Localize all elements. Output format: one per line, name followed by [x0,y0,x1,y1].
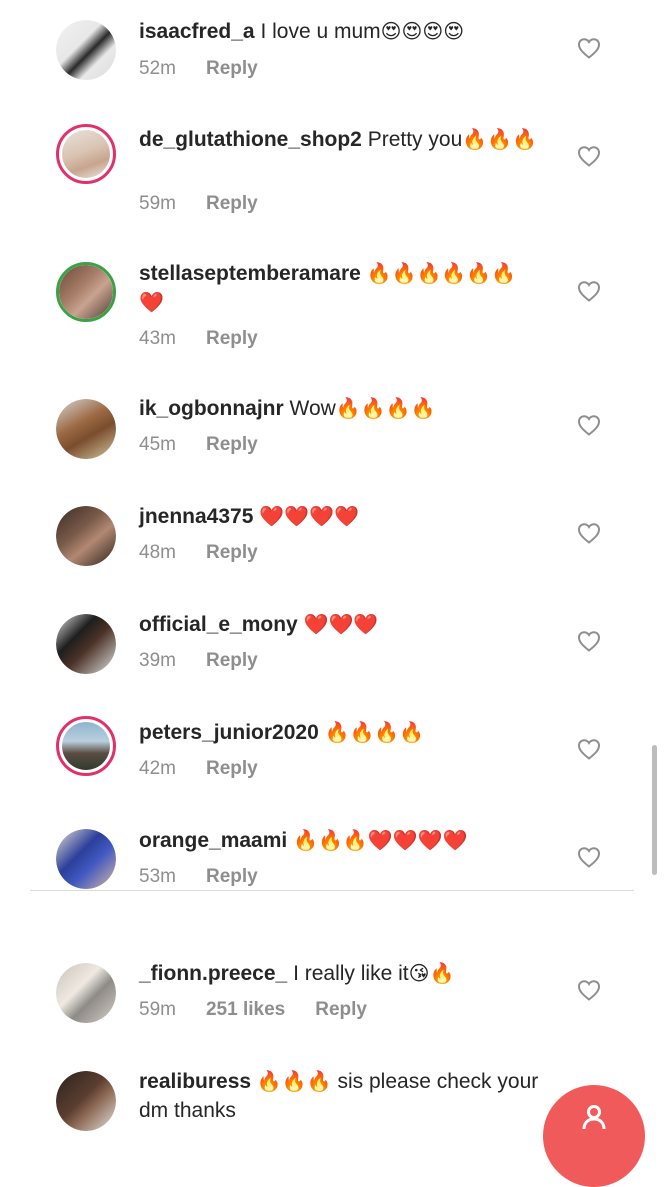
comment-emoji: 😘🔥 [408,961,455,985]
avatar[interactable] [56,124,116,184]
heart-outline-icon[interactable] [577,522,601,544]
comment-time: 52m [139,58,176,79]
comment-username[interactable]: _fionn.preece_ [139,962,287,985]
avatar[interactable] [56,262,116,322]
section-divider [30,890,634,891]
comment-time: 39m [139,650,176,671]
scrollbar[interactable] [652,745,657,875]
comment-emoji: ❤️❤️❤️ [303,612,379,636]
comment-emoji: 🔥🔥🔥🔥 [324,720,425,744]
avatar[interactable] [56,20,116,80]
heart-outline-icon[interactable] [577,738,601,760]
comment-username[interactable]: jnenna4375 [139,505,253,528]
heart-outline-icon[interactable] [577,145,601,167]
avatar[interactable] [56,399,116,459]
reply-button[interactable]: Reply [206,58,258,79]
comment-username[interactable]: ik_ogbonnajnr [139,397,284,420]
person-icon [582,1105,606,1130]
comment-username[interactable]: orange_maami [139,829,287,852]
avatar[interactable] [56,963,116,1023]
comment-emoji: 🔥🔥🔥 [256,1069,332,1093]
comment-text: I really like it [293,962,409,985]
comment-text: I love u mum [260,20,381,43]
heart-outline-icon[interactable] [577,280,601,302]
heart-outline-icon[interactable] [577,630,601,652]
heart-outline-icon[interactable] [577,414,601,436]
floating-action-button[interactable] [543,1085,645,1187]
comment-username[interactable]: de_glutathione_shop2 [139,128,362,151]
reply-button[interactable]: Reply [206,193,258,214]
comment-time: 59m [139,999,176,1020]
comment-username[interactable]: stellaseptemberamare [139,262,361,285]
comment-username[interactable]: realiburess [139,1070,251,1093]
comment-text: Pretty you [367,128,463,151]
heart-outline-icon[interactable] [577,979,601,1001]
reply-button[interactable]: Reply [206,758,258,779]
avatar[interactable] [56,614,116,674]
reply-button[interactable]: Reply [206,650,258,671]
reply-button[interactable]: Reply [206,542,258,563]
comment-username[interactable]: peters_junior2020 [139,721,319,744]
likes-count[interactable]: 251 likes [206,999,285,1020]
avatar[interactable] [56,1071,116,1131]
avatar[interactable] [56,829,116,889]
reply-button[interactable]: Reply [206,866,258,887]
heart-outline-icon[interactable] [577,37,601,59]
comment-username[interactable]: official_e_mony [139,613,298,636]
comment-time: 48m [139,542,176,563]
comments-feed: isaacfred_a I love u mum😍😍😍😍 52m Reply de… [0,0,664,1131]
comment-emoji: ❤️❤️❤️❤️ [259,504,359,528]
comment-username[interactable]: isaacfred_a [139,20,255,43]
avatar[interactable] [56,506,116,566]
reply-button[interactable]: Reply [206,434,258,455]
comment-emoji: 🔥🔥🔥🔥 [335,396,436,420]
comment-emoji: 🔥🔥🔥❤️❤️❤️❤️ [293,828,468,852]
comment-emoji: 🔥🔥🔥 [462,127,537,151]
comment-time: 43m [139,328,176,349]
heart-outline-icon[interactable] [577,846,601,868]
comment-time: 53m [139,866,176,887]
avatar[interactable] [56,716,116,776]
comment-text: Wow [289,397,336,420]
reply-button[interactable]: Reply [315,999,367,1020]
comment-emoji: 😍😍😍😍 [380,19,465,43]
comment-time: 45m [139,434,176,455]
reply-button[interactable]: Reply [206,328,258,349]
comment-time: 59m [139,193,176,214]
comment-time: 42m [139,758,176,779]
